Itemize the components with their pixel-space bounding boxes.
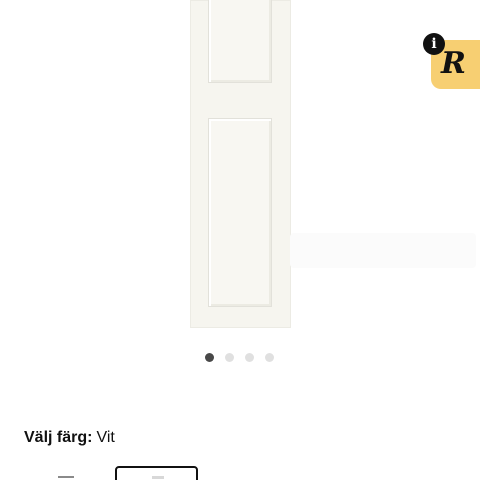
carousel-dot-3[interactable] — [245, 353, 254, 362]
color-label-title: Välj färg: — [24, 429, 93, 446]
door-panel-bottom — [208, 118, 272, 307]
product-image-door[interactable] — [190, 0, 291, 328]
color-selector-label: Välj färg: Vit — [24, 428, 115, 448]
info-icon[interactable]: i — [423, 33, 445, 55]
carousel-dot-4[interactable] — [265, 353, 274, 362]
carousel-dot-2[interactable] — [225, 353, 234, 362]
color-swatch-selected[interactable] — [115, 466, 198, 480]
image-carousel-dots — [205, 353, 274, 362]
color-swatch-prev[interactable] — [58, 476, 74, 478]
color-label-value: Vit — [96, 429, 115, 446]
product-page: R i Välj färg: Vit — [0, 0, 480, 480]
overlay-placeholder — [290, 233, 476, 268]
carousel-dot-1[interactable] — [205, 353, 214, 362]
door-panel-top — [208, 0, 272, 83]
swatch-thumbnail — [152, 476, 164, 479]
extension-logo-icon: R — [441, 46, 466, 81]
